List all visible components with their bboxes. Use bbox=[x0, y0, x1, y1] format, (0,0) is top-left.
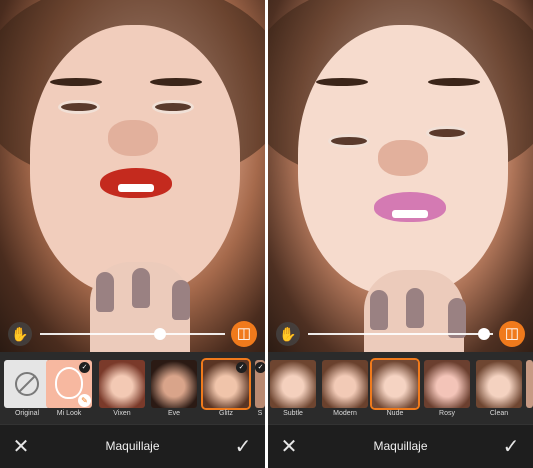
fingernail bbox=[172, 280, 190, 320]
pencil-icon[interactable]: ✎ bbox=[78, 394, 91, 407]
face-outline-icon bbox=[55, 367, 83, 399]
intensity-slider-row: ✋ ◫ bbox=[268, 320, 533, 350]
hand-touch-icon[interactable]: ✋ bbox=[8, 322, 32, 346]
fingernail bbox=[132, 268, 150, 308]
check-badge-icon: ✓ bbox=[79, 362, 90, 373]
look-label: Mi Look bbox=[56, 410, 82, 417]
look-clean[interactable] bbox=[476, 360, 522, 408]
look-modern[interactable] bbox=[322, 360, 368, 408]
intensity-slider-track[interactable] bbox=[40, 333, 225, 335]
intensity-slider-row: ✋ ◫ bbox=[0, 320, 265, 350]
check-badge-icon: ✓ bbox=[236, 362, 247, 373]
look-label: Vixen bbox=[113, 410, 131, 417]
look-label: Nude bbox=[386, 410, 404, 417]
face-shape bbox=[30, 25, 240, 295]
look-nude[interactable] bbox=[370, 358, 420, 410]
look-eve[interactable] bbox=[151, 360, 197, 408]
checkmark-icon[interactable]: ✓ bbox=[231, 435, 255, 459]
look-label: Rosy bbox=[439, 410, 455, 417]
look-partial[interactable] bbox=[526, 360, 533, 408]
fingernail bbox=[96, 272, 114, 312]
no-effect-icon bbox=[15, 372, 39, 396]
section-title: Maquillaje bbox=[373, 439, 428, 453]
check-badge-icon: ✓ bbox=[255, 362, 265, 373]
intensity-slider-knob[interactable] bbox=[477, 328, 490, 340]
hand-touch-icon[interactable]: ✋ bbox=[276, 322, 300, 346]
left-eye bbox=[328, 134, 370, 148]
nose bbox=[378, 140, 428, 176]
teeth bbox=[118, 184, 154, 192]
right-editor-panel: ✋ ◫ Subtle Modern Nude Rosy Clean ✕ Maqu… bbox=[268, 0, 533, 468]
right-brow bbox=[150, 78, 202, 86]
section-title: Maquillaje bbox=[105, 439, 160, 453]
looks-strip: Subtle Modern Nude Rosy Clean bbox=[268, 352, 533, 424]
intensity-slider-knob[interactable] bbox=[154, 328, 167, 340]
look-vixen[interactable] bbox=[99, 360, 145, 408]
teeth bbox=[392, 210, 428, 218]
portrait-photo-nude: ✋ ◫ bbox=[268, 0, 533, 352]
look-partial[interactable]: ✓ bbox=[255, 360, 265, 408]
right-eye bbox=[152, 100, 194, 114]
look-label: S bbox=[257, 410, 263, 417]
look-label: Modern bbox=[333, 410, 357, 417]
look-label: Eve bbox=[167, 410, 181, 417]
bottom-action-bar: ✕ Maquillaje ✓ bbox=[0, 424, 265, 468]
split-compare-icon[interactable]: ◫ bbox=[499, 321, 525, 347]
intensity-slider-track[interactable] bbox=[308, 333, 493, 335]
checkmark-icon[interactable]: ✓ bbox=[499, 435, 523, 459]
looks-strip: Original ✓ ✎ Mi Look Vixen Eve ✓ Glitz ✓… bbox=[0, 352, 265, 424]
nose bbox=[108, 120, 158, 156]
look-mi-look[interactable]: ✓ ✎ bbox=[46, 360, 92, 408]
look-rosy[interactable] bbox=[424, 360, 470, 408]
left-editor-panel: ✋ ◫ Original ✓ ✎ Mi Look Vixen Eve ✓ Gli… bbox=[0, 0, 265, 468]
look-original[interactable] bbox=[4, 360, 50, 408]
left-brow bbox=[316, 78, 368, 86]
right-brow bbox=[428, 78, 480, 86]
left-brow bbox=[50, 78, 102, 86]
lips-red bbox=[100, 168, 172, 198]
portrait-photo-glitz: ✋ ◫ bbox=[0, 0, 265, 352]
look-label: Subtle bbox=[283, 410, 303, 417]
look-glitz[interactable]: ✓ bbox=[201, 358, 251, 410]
look-label: Clean bbox=[489, 410, 509, 417]
right-eye bbox=[426, 126, 468, 140]
look-label: Glitz bbox=[219, 410, 233, 417]
look-subtle[interactable] bbox=[270, 360, 316, 408]
bottom-action-bar: ✕ Maquillaje ✓ bbox=[268, 424, 533, 468]
split-compare-icon[interactable]: ◫ bbox=[231, 321, 257, 347]
left-eye bbox=[58, 100, 100, 114]
